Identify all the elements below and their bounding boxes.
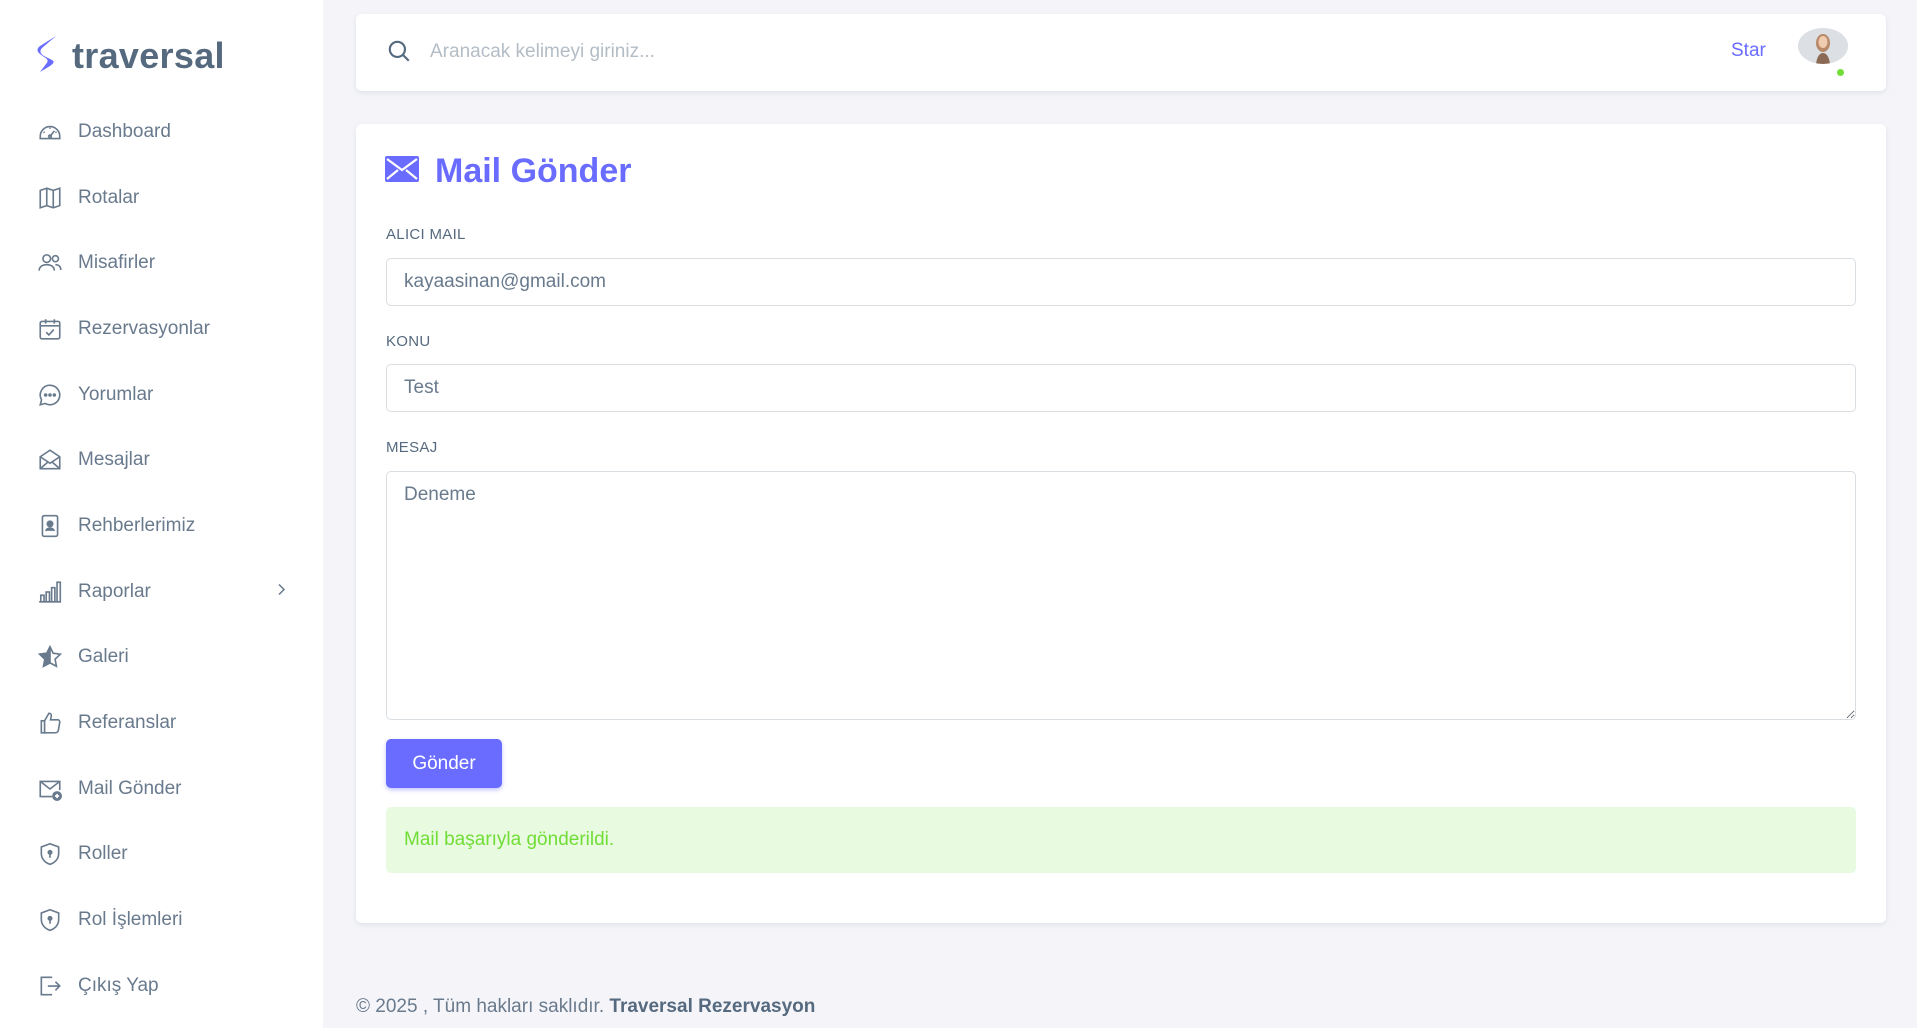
sidebar-item-label: Mesajlar — [78, 449, 150, 471]
sidebar-item-label: Rezervasyonlar — [78, 317, 210, 339]
footer-company-link[interactable]: Traversal Rezervasyon — [609, 996, 815, 1017]
sidebar-item-label: Raporlar — [78, 580, 151, 602]
shield-icon — [36, 840, 64, 868]
sidebar-item-referanslar[interactable]: Referanslar — [0, 690, 323, 756]
mail-form-card: Mail Gönder ALICI MAIL KONU MESAJ Deneme… — [356, 124, 1886, 923]
sidebar-item-roller[interactable]: Roller — [0, 822, 323, 888]
sidebar-item-label: Çıkış Yap — [78, 974, 159, 996]
envelope-icon — [385, 156, 419, 187]
users-icon — [36, 249, 64, 277]
success-alert: Mail başarıyla gönderildi. — [386, 807, 1856, 873]
brand-s-icon — [36, 34, 62, 79]
subject-label: KONU — [386, 333, 431, 350]
recipient-email-field[interactable] — [386, 258, 1856, 306]
sidebar: traversal Dashboard Rotalar Misafirler R… — [0, 0, 323, 1028]
page-title-text: Mail Gönder — [435, 152, 632, 190]
topbar: Star — [356, 14, 1886, 91]
sidebar-item-cikis-yap[interactable]: Çıkış Yap — [0, 953, 323, 1019]
thumbs-up-icon — [36, 709, 64, 737]
send-button[interactable]: Gönder — [386, 739, 502, 788]
sidebar-item-label: Referanslar — [78, 712, 177, 734]
search-input[interactable] — [430, 34, 1330, 70]
mail-send-icon — [36, 775, 64, 803]
footer: © 2025 , Tüm hakları saklıdır. Traversal… — [356, 996, 815, 1018]
footer-copyright: © 2025 , Tüm hakları saklıdır. — [356, 996, 605, 1017]
sidebar-item-yorumlar[interactable]: Yorumlar — [0, 362, 323, 428]
message-textarea[interactable]: Deneme — [386, 471, 1856, 720]
chevron-right-icon — [275, 582, 287, 601]
subject-field[interactable] — [386, 364, 1856, 412]
recipient-label: ALICI MAIL — [386, 226, 466, 243]
sidebar-menu: Dashboard Rotalar Misafirler Rezervasyon… — [0, 99, 323, 1019]
avatar[interactable] — [1798, 28, 1848, 64]
map-icon — [36, 184, 64, 212]
sidebar-item-rotalar[interactable]: Rotalar — [0, 165, 323, 231]
brand-logo[interactable]: traversal — [36, 34, 225, 78]
logout-icon — [36, 972, 64, 1000]
bar-chart-icon — [36, 578, 64, 606]
sidebar-item-rezervasyonlar[interactable]: Rezervasyonlar — [0, 296, 323, 362]
dashboard-gauge-icon — [36, 118, 64, 146]
sidebar-item-label: Dashboard — [78, 120, 171, 142]
sidebar-item-misafirler[interactable]: Misafirler — [0, 230, 323, 296]
chat-dots-icon — [36, 381, 64, 409]
sidebar-item-label: Rol İşlemleri — [78, 909, 183, 931]
star-link[interactable]: Star — [1731, 40, 1766, 62]
search-icon[interactable] — [386, 38, 412, 69]
sidebar-item-label: Roller — [78, 843, 128, 865]
sidebar-item-mesajlar[interactable]: Mesajlar — [0, 427, 323, 493]
sidebar-item-label: Rotalar — [78, 186, 140, 208]
sidebar-item-label: Rehberlerimiz — [78, 514, 196, 536]
brand-name: traversal — [72, 35, 225, 76]
shield-lock-icon — [36, 906, 64, 934]
sidebar-item-raporlar[interactable]: Raporlar — [0, 559, 323, 625]
envelope-open-icon — [36, 446, 64, 474]
sidebar-item-mail-gonder[interactable]: Mail Gönder — [0, 756, 323, 822]
star-icon — [36, 643, 64, 671]
online-status-dot — [1835, 67, 1846, 78]
sidebar-item-dashboard[interactable]: Dashboard — [0, 99, 323, 165]
sidebar-item-label: Galeri — [78, 646, 129, 668]
sidebar-item-galeri[interactable]: Galeri — [0, 625, 323, 691]
sidebar-item-rehberlerimiz[interactable]: Rehberlerimiz — [0, 493, 323, 559]
sidebar-item-rol-islemleri[interactable]: Rol İşlemleri — [0, 887, 323, 953]
sidebar-item-label: Yorumlar — [78, 383, 154, 405]
id-badge-icon — [36, 512, 64, 540]
sidebar-item-label: Misafirler — [78, 252, 156, 274]
page-title: Mail Gönder — [385, 152, 631, 191]
calendar-check-icon — [36, 315, 64, 343]
message-label: MESAJ — [386, 439, 438, 456]
sidebar-item-label: Mail Gönder — [78, 777, 182, 799]
